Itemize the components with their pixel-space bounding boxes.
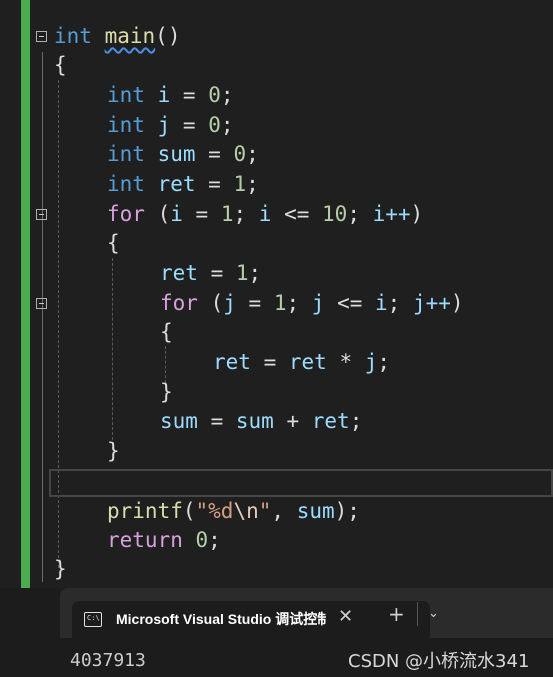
code-line: int i = 0; (107, 83, 234, 107)
code-line: int j = 0; (107, 113, 234, 137)
code-line: printf("%d\n", sum); (107, 499, 360, 523)
code-line: for (i = 1; i <= 10; i++) (0, 200, 553, 229)
title-divider (417, 602, 418, 626)
code-line: for (j = 1; j <= i; j++) (0, 289, 553, 318)
code-line: { (54, 53, 67, 77)
watermark: CSDN @小桥流水341 (348, 651, 530, 672)
code-line: int sum = 0; (107, 142, 259, 166)
code-line: int ret = 1; (107, 172, 259, 196)
collapse-icon[interactable] (36, 31, 47, 42)
console-tab-title: Microsoft Visual Studio 调试控制台 (116, 611, 326, 627)
code-line: ret = 1; (160, 261, 262, 285)
console-output: 4037913 (70, 650, 146, 671)
code-line: { (107, 231, 120, 255)
collapse-icon[interactable] (36, 298, 47, 309)
console-title-bar[interactable]: C:\ Microsoft Visual Studio 调试控制台 ✕ + ⌄ (60, 588, 553, 638)
code-line: } (54, 557, 67, 581)
code-line: int main() (0, 22, 553, 51)
collapse-icon[interactable] (36, 209, 47, 220)
close-tab-icon[interactable]: ✕ (338, 606, 353, 627)
terminal-icon: C:\ (84, 612, 102, 627)
new-tab-button[interactable]: + (388, 602, 405, 626)
code-line: return 0; (107, 528, 221, 552)
code-line: } (160, 380, 173, 404)
code-line: sum = sum + ret; (160, 409, 363, 433)
code-line: } (107, 439, 120, 463)
code-editor[interactable]: int main() { int i = 0; int j = 0; int s… (0, 0, 553, 588)
code-line: ret = ret * j; (213, 350, 391, 374)
chevron-down-icon[interactable]: ⌄ (428, 606, 439, 621)
console-tab[interactable]: C:\ Microsoft Visual Studio 调试控制台 ✕ (72, 601, 430, 638)
code-line: { (160, 320, 173, 344)
